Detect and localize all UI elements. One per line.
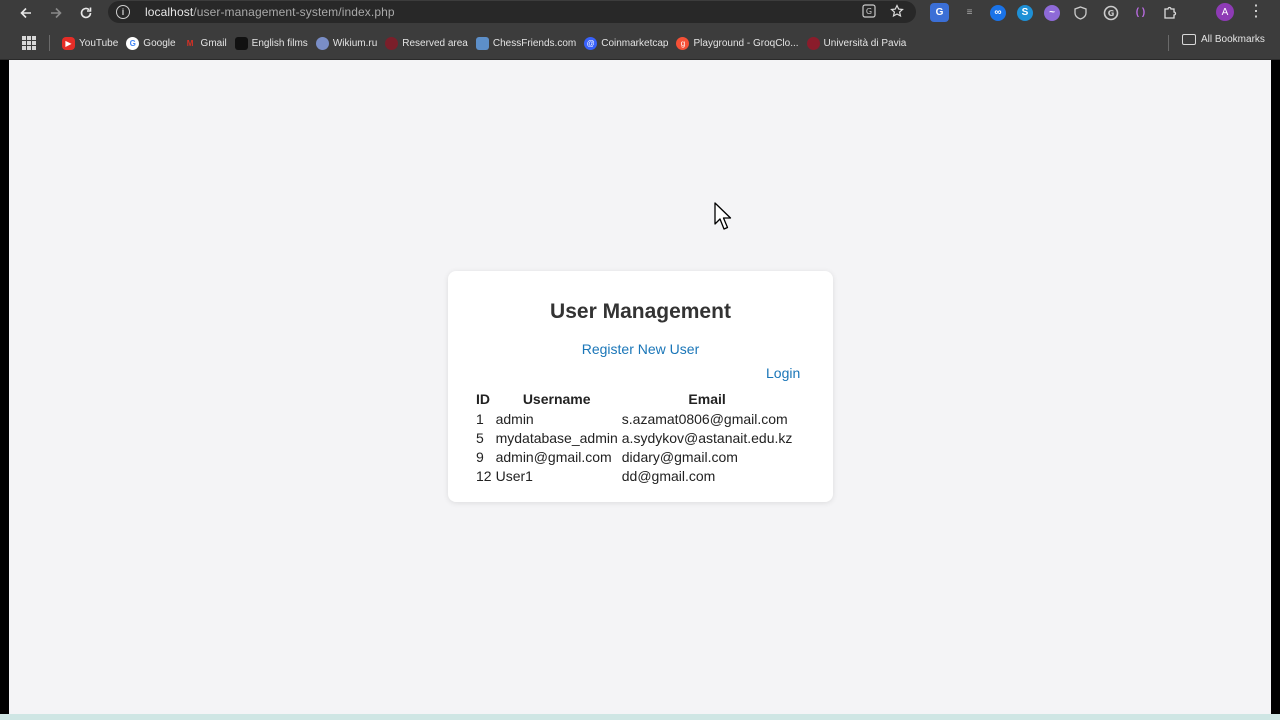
register-new-user-link[interactable]: Register New User [448, 341, 833, 357]
table-row: 12 User1 dd@gmail.com [474, 466, 794, 485]
url-text[interactable]: localhost/user-management-system/index.p… [145, 5, 395, 19]
bookmark-gmail[interactable]: M Gmail [182, 34, 233, 52]
google-icon: G [126, 36, 140, 50]
site-info-icon[interactable]: i [116, 5, 130, 19]
mouse-cursor-icon [714, 202, 732, 230]
reload-button[interactable] [71, 0, 101, 26]
brackets-extension-icon[interactable]: ( ) [1131, 3, 1150, 22]
browser-menu-icon[interactable]: ⋮ [1248, 2, 1264, 22]
svg-text:G: G [1107, 9, 1114, 18]
cell-id: 9 [476, 448, 484, 465]
gmail-icon: M [186, 38, 194, 48]
profile-avatar[interactable]: A [1216, 3, 1234, 21]
bookmark-label: Università di Pavia [823, 37, 907, 49]
bookmark-label: English films [251, 37, 308, 49]
bookmark-label: Google [143, 37, 176, 49]
cell-email: a.sydykov@astanait.edu.kz [621, 429, 793, 446]
cell-username: mydatabase_admin [495, 429, 618, 446]
address-bar[interactable]: i localhost/user-management-system/index… [108, 1, 916, 23]
shazam-extension-icon[interactable]: S [1017, 4, 1033, 21]
browser-toolbar: i localhost/user-management-system/index… [0, 0, 1280, 26]
bookmark-label: Coinmarketcap [601, 37, 669, 49]
cell-id: 1 [476, 410, 484, 427]
extensions-area: G ≡ ∞ S ~ G ( ) [930, 3, 1180, 22]
all-bookmarks-button[interactable]: All Bookmarks [1182, 34, 1265, 45]
wikium-icon [315, 36, 329, 50]
bookmark-label: Reserved area [402, 37, 468, 49]
cell-id: 5 [476, 429, 484, 446]
bookmarks-bar: ▶ YouTube G Google M Gmail English films Wi… [0, 26, 1280, 60]
page-viewport: User Management Register New User Login … [9, 60, 1271, 714]
column-header-username: Username [522, 391, 591, 407]
cell-username: User1 [495, 467, 533, 484]
purple-extension-icon[interactable]: ~ [1044, 4, 1060, 21]
bookmark-label: ChessFriends.com [492, 37, 577, 49]
cell-username: admin [495, 410, 534, 427]
reload-icon [80, 7, 92, 19]
coinmarketcap-icon: @ [584, 36, 598, 50]
bookmark-label: Gmail [200, 37, 227, 49]
bookmarks-divider [49, 35, 50, 51]
bookmark-google[interactable]: G Google [124, 34, 181, 52]
register-link-label[interactable]: Register New User [582, 341, 699, 357]
forward-button[interactable] [41, 0, 71, 26]
infinity-extension-icon[interactable]: ∞ [990, 4, 1006, 21]
right-edge-bar [1271, 60, 1280, 720]
url-path: /user-management-system/index.php [193, 5, 395, 19]
cell-email: didary@gmail.com [621, 448, 738, 465]
column-header-id: ID [476, 391, 490, 407]
bookmark-wikium[interactable]: Wikium.ru [314, 34, 383, 52]
youtube-icon: ▶ [62, 36, 75, 50]
bookmark-star-icon[interactable] [890, 4, 904, 18]
folder-icon [1182, 34, 1196, 45]
back-button[interactable] [11, 0, 41, 26]
shield-extension-icon[interactable] [1071, 3, 1090, 22]
bookmark-label: Playground - GroqClo... [693, 37, 799, 49]
table-header-row: ID Username Email [474, 389, 794, 409]
table-row: 5 mydatabase_admin a.sydykov@astanait.ed… [474, 428, 794, 447]
cell-id: 12 [476, 467, 492, 484]
extensions-puzzle-icon[interactable] [1161, 3, 1180, 22]
bookmark-label: Wikium.ru [332, 37, 378, 49]
cell-username: admin@gmail.com [495, 448, 612, 465]
svg-text:G: G [866, 7, 872, 16]
grammarly-extension-icon[interactable]: G [1101, 3, 1120, 22]
cell-email: dd@gmail.com [621, 467, 716, 484]
all-bookmarks-label: All Bookmarks [1201, 34, 1265, 45]
table-row: 9 admin@gmail.com didary@gmail.com [474, 447, 794, 466]
url-host: localhost [145, 5, 194, 19]
login-link[interactable]: Login [766, 365, 800, 381]
bookmark-youtube[interactable]: ▶ YouTube [60, 34, 124, 52]
extension-gray-icon[interactable]: ≡ [960, 3, 979, 22]
chess-shield-icon [475, 36, 489, 50]
apps-grid-icon[interactable] [22, 36, 36, 50]
bookmark-english-films[interactable]: English films [233, 34, 314, 52]
arrow-left-icon [20, 7, 31, 19]
google-translate-extension-icon[interactable]: G [930, 3, 949, 22]
bookmark-coinmarketcap[interactable]: @ Coinmarketcap [582, 34, 674, 52]
browser-window: i localhost/user-management-system/index… [0, 0, 1280, 720]
university-seal-icon [806, 36, 820, 50]
bookmarks-list: ▶ YouTube G Google M Gmail English films Wi… [60, 34, 912, 52]
column-header-email: Email [688, 391, 726, 407]
bookmark-groq-playground[interactable]: g Playground - GroqClo... [674, 34, 804, 52]
user-management-card: User Management Register New User Login … [448, 271, 833, 502]
bottom-taskbar-strip [0, 714, 1280, 720]
cell-email: s.azamat0806@gmail.com [621, 410, 788, 427]
table-row: 1 admin s.azamat0806@gmail.com [474, 409, 794, 428]
page-title: User Management [550, 300, 731, 323]
users-table: ID Username Email 1 admin s.azamat0806@g… [474, 389, 794, 485]
arrow-right-icon [51, 7, 62, 19]
bookmarks-divider-right [1168, 35, 1169, 51]
bookmark-reserved-area[interactable]: Reserved area [383, 34, 474, 52]
reserved-area-icon [385, 36, 399, 50]
groq-icon: g [676, 36, 690, 50]
bookmark-label: YouTube [79, 37, 119, 49]
left-edge-bar [0, 60, 9, 720]
bookmark-chessfriends[interactable]: ChessFriends.com [474, 34, 582, 52]
bookmark-universita-pavia[interactable]: Università di Pavia [805, 34, 913, 52]
translate-icon[interactable]: G [862, 4, 876, 18]
film-icon [234, 36, 248, 50]
